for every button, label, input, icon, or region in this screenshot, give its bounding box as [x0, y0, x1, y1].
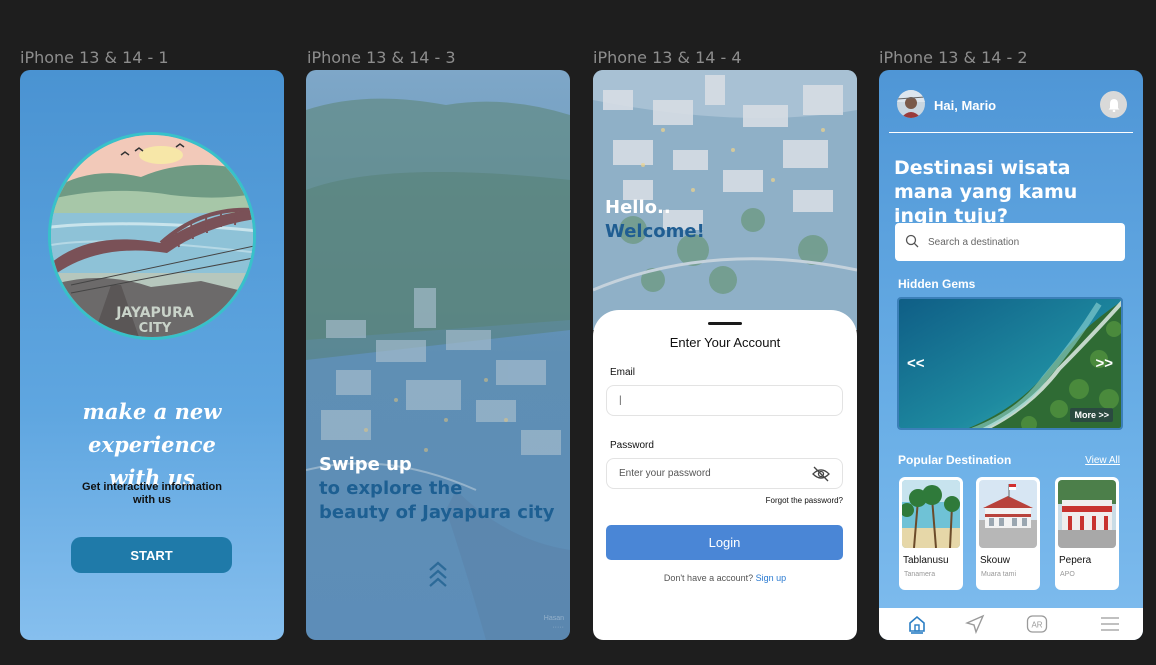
- start-button[interactable]: START: [71, 537, 232, 573]
- swipe-line-3: beauty of Jayapura city: [319, 502, 555, 523]
- splash-title-line-1: make a new experience: [82, 399, 222, 457]
- destination-photo: [1058, 480, 1116, 548]
- password-field[interactable]: Enter your password: [606, 458, 843, 489]
- home-icon[interactable]: [906, 614, 928, 634]
- destination-card[interactable]: Pepera APO: [1055, 477, 1119, 590]
- more-button[interactable]: More >>: [1070, 408, 1113, 422]
- splash-subtitle-line-2: with us: [133, 494, 171, 506]
- sheet-title: Enter Your Account: [669, 335, 781, 350]
- login-screen: Hello.. Welcome! Enter Your Account Emai…: [593, 70, 857, 640]
- search-icon: [905, 234, 919, 251]
- header-divider: [889, 132, 1133, 133]
- bell-icon[interactable]: [1100, 91, 1127, 118]
- password-label: Password: [610, 440, 654, 451]
- login-button[interactable]: Login: [606, 525, 843, 560]
- frame-label-2: iPhone 13 & 14 - 2: [879, 48, 1028, 67]
- search-input[interactable]: Search a destination: [895, 223, 1125, 261]
- menu-icon[interactable]: [1099, 614, 1121, 634]
- ar-icon[interactable]: AR: [1026, 614, 1048, 634]
- destination-location: APO: [1060, 571, 1075, 578]
- carousel-next-button[interactable]: >>: [1095, 355, 1113, 372]
- destination-name: Skouw: [980, 555, 1011, 566]
- watermark-line-1: Hasan: [543, 615, 564, 622]
- destination-location: Tanamera: [904, 571, 936, 578]
- carousel-prev-button[interactable]: <<: [907, 355, 925, 372]
- destination-photo: [979, 480, 1037, 548]
- view-all-link[interactable]: View All: [1085, 455, 1120, 466]
- swipe-screen[interactable]: Swipe up to explore the beauty of Jayapu…: [306, 70, 570, 640]
- sheet-drag-handle[interactable]: [708, 322, 742, 325]
- no-account-text: Don't have a account?: [663, 573, 754, 583]
- frame-label-3: iPhone 13 & 14 - 3: [307, 48, 456, 67]
- bottom-tab-bar: AR: [879, 608, 1143, 640]
- destination-photo: [902, 480, 960, 548]
- eye-off-icon[interactable]: [812, 466, 830, 485]
- destination-card[interactable]: Skouw Muara tami: [976, 477, 1040, 590]
- destination-location: Muara tami: [981, 571, 1017, 578]
- swipe-line-1: Swipe up: [319, 454, 412, 475]
- welcome-text: Hello.. Welcome!: [605, 196, 705, 244]
- email-field[interactable]: |: [606, 385, 843, 416]
- frame-label-4: iPhone 13 & 14 - 4: [593, 48, 742, 67]
- greeting: Hai, Mario: [934, 98, 997, 113]
- watermark-line-2: ·····: [552, 624, 564, 631]
- swipe-up-chevron-icon[interactable]: [427, 560, 449, 595]
- jayapura-city-logo: JAYAPURA CITY: [48, 132, 256, 340]
- signup-line: Don't have a account? Sign up: [593, 573, 857, 583]
- destination-name: Pepera: [1059, 555, 1092, 566]
- home-screen: Hai, Mario Destinasi wisata mana yang ka…: [879, 70, 1143, 640]
- forgot-password-link[interactable]: Forgot the password?: [766, 496, 843, 505]
- email-label: Email: [610, 367, 636, 378]
- search-placeholder: Search a destination: [928, 236, 1020, 248]
- splash-screen: JAYAPURA CITY make a new experience with…: [20, 70, 284, 640]
- page-title: Destinasi wisata mana yang kamu ingin tu…: [894, 157, 1078, 227]
- avatar[interactable]: [897, 90, 925, 118]
- swipe-text: Swipe up to explore the beauty of Jayapu…: [319, 453, 554, 525]
- hello-text: Hello..: [605, 197, 671, 218]
- swipe-line-2: to explore the: [319, 478, 463, 499]
- logo-text-2: CITY: [139, 321, 172, 336]
- photo-watermark: Hasan ·····: [544, 614, 564, 632]
- welcome-heading: Welcome!: [605, 221, 705, 242]
- navigate-icon[interactable]: [964, 614, 986, 634]
- logo-text-1: JAYAPURA: [115, 305, 194, 321]
- hidden-gems-title: Hidden Gems: [898, 277, 976, 291]
- destination-card[interactable]: Tablanusu Tanamera: [899, 477, 963, 590]
- password-placeholder: Enter your password: [619, 468, 711, 479]
- popular-title: Popular Destination: [898, 453, 1012, 467]
- ar-label: AR: [1031, 621, 1042, 630]
- city-aerial-photo: [306, 70, 570, 640]
- signup-link[interactable]: Sign up: [756, 573, 787, 583]
- login-sheet: Enter Your Account Email | Password Ente…: [593, 310, 857, 640]
- splash-title: make a new experience with us: [20, 395, 284, 494]
- hidden-gems-carousel[interactable]: << >> More >>: [897, 297, 1123, 430]
- splash-subtitle-line-1: Get interactive information: [82, 481, 222, 493]
- destination-name: Tablanusu: [903, 555, 949, 566]
- splash-subtitle: Get interactive information with us: [20, 481, 284, 507]
- frame-label-1: iPhone 13 & 14 - 1: [20, 48, 169, 67]
- email-value: |: [619, 395, 622, 406]
